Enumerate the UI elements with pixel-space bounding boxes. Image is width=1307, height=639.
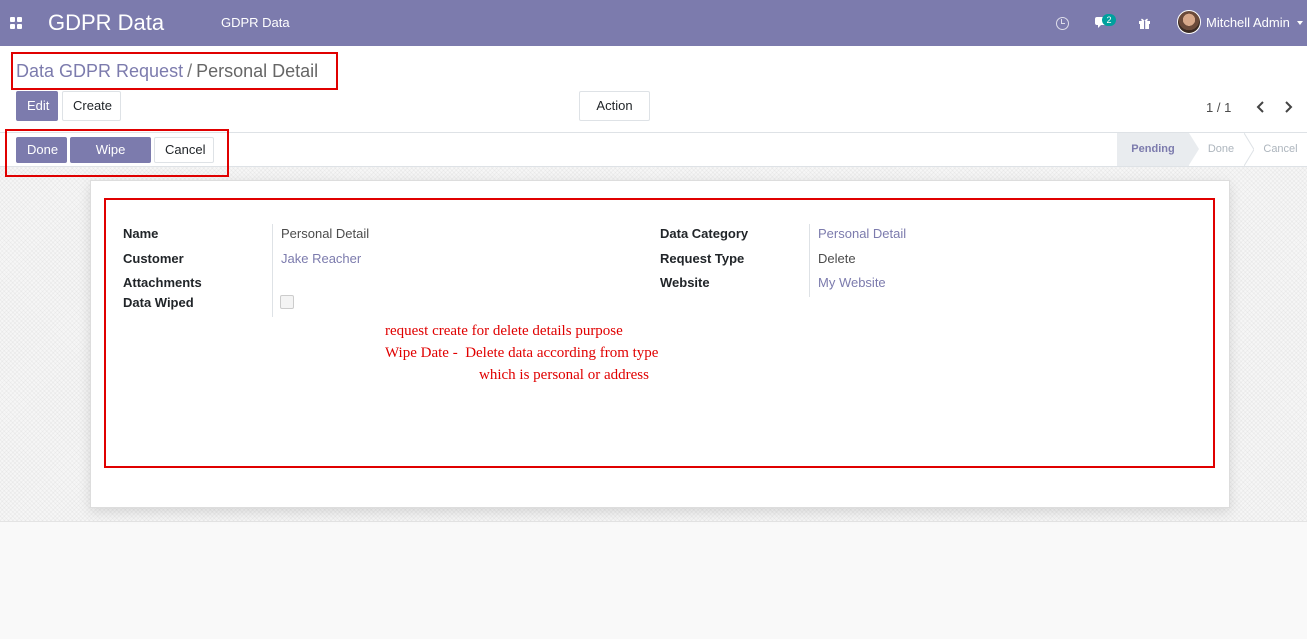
caret-down-icon[interactable]	[1297, 21, 1303, 25]
wipe-data-button[interactable]: Wipe Data	[70, 137, 151, 181]
stage-pending: Pending	[1117, 133, 1199, 166]
app-title: GDPR Data	[48, 10, 165, 35]
clock-icon[interactable]	[1054, 0, 1070, 46]
request-type-label: Request Type	[660, 251, 745, 266]
action-dropdown-button[interactable]: Action	[579, 91, 650, 137]
annotation-line-1: request create for delete details purpos…	[385, 323, 623, 339]
data-wiped-label: Data Wiped	[123, 295, 194, 310]
field-divider	[272, 224, 273, 317]
top-navbar: GDPR Data GDPR Data 2 Mitchell Admin	[0, 0, 1307, 46]
apps-grid-icon[interactable]	[10, 17, 22, 29]
stage-done[interactable]: Done	[1196, 133, 1246, 166]
user-avatar[interactable]	[1177, 10, 1201, 34]
done-button[interactable]: Done	[16, 137, 67, 163]
gift-icon[interactable]	[1135, 0, 1153, 46]
chat-count-badge: 2	[1102, 14, 1116, 26]
attachments-label: Attachments	[123, 275, 202, 290]
pager-value[interactable]: 1 / 1	[1206, 100, 1231, 115]
edit-button[interactable]: Edit	[16, 91, 58, 121]
chevron-left-icon[interactable]	[1253, 97, 1269, 117]
breadcrumb-parent-link[interactable]: Data GDPR Request	[16, 61, 183, 81]
action-label: Action	[596, 98, 633, 113]
customer-label: Customer	[123, 251, 184, 266]
breadcrumb-separator: /	[187, 61, 193, 81]
breadcrumb: Data GDPR Request / Personal Detail	[16, 61, 318, 82]
annotation-line-2: Wipe Date - Delete data according from t…	[385, 345, 659, 361]
customer-link[interactable]: Jake Reacher	[281, 251, 361, 266]
field-divider	[809, 224, 810, 297]
name-label: Name	[123, 226, 159, 241]
stage-cancel[interactable]: Cancel	[1254, 133, 1307, 166]
control-panel: Data GDPR Request / Personal Detail Edit C…	[0, 46, 1307, 137]
data-wiped-checkbox[interactable]	[280, 295, 294, 309]
annotation-line-3: which is personal or address	[479, 367, 649, 383]
breadcrumb-current: Personal Detail	[196, 61, 319, 81]
request-type-value: Delete	[818, 251, 856, 266]
cancel-button[interactable]: Cancel	[154, 137, 214, 163]
website-link[interactable]: My Website	[818, 275, 886, 290]
name-value: Personal Detail	[281, 226, 370, 241]
chevron-right-icon[interactable]	[1280, 97, 1296, 117]
user-menu-name[interactable]: Mitchell Admin	[1206, 15, 1290, 30]
website-label: Website	[660, 275, 710, 290]
create-button[interactable]: Create	[62, 91, 121, 121]
form-statusbar: Done Wipe Data Cancel Pending Done Cance…	[0, 133, 1307, 181]
data-category-label: Data Category	[660, 226, 749, 241]
menu-item-gdpr-data[interactable]: GDPR Data	[221, 15, 290, 30]
data-category-link[interactable]: Personal Detail	[818, 226, 906, 241]
